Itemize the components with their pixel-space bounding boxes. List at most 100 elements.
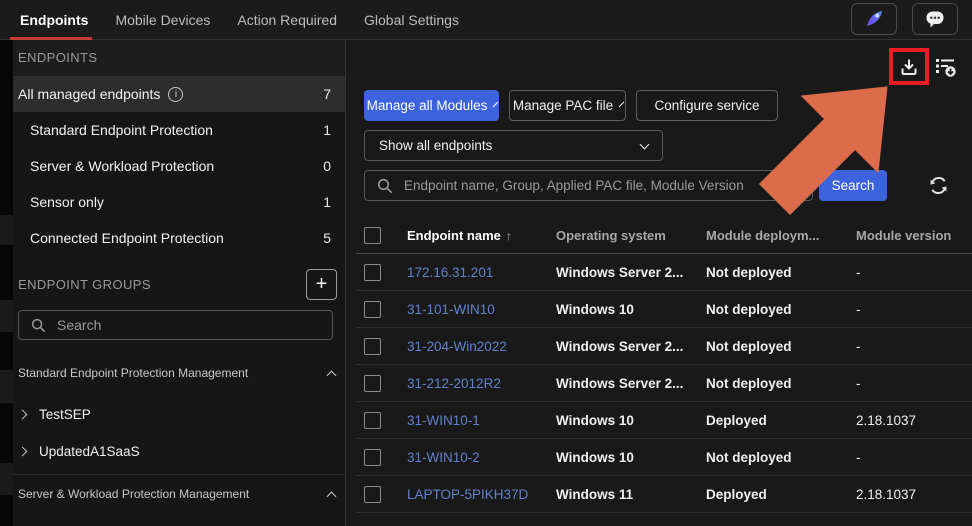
module-version-cell: - xyxy=(856,265,861,280)
row-checkbox[interactable] xyxy=(364,264,381,281)
sidebar-item-standard-endpoint-protection[interactable]: Standard Endpoint Protection1 xyxy=(13,112,345,148)
endpoint-filter-select[interactable]: Show all endpoints xyxy=(364,130,663,161)
sidebar-item-label: Connected Endpoint Protection xyxy=(30,230,224,246)
sort-ascending-icon: ↑ xyxy=(506,229,512,243)
endpoint-search-input[interactable] xyxy=(402,177,792,194)
group-search-box[interactable] xyxy=(18,310,333,340)
group-item-label: TestSEP xyxy=(39,407,91,422)
row-checkbox[interactable] xyxy=(364,375,381,392)
manage-all-modules-button[interactable]: Manage all Modules xyxy=(364,90,499,121)
endpoint-name-link[interactable]: 31-101-WIN10 xyxy=(407,302,495,317)
refresh-icon xyxy=(928,175,949,196)
sidebar-item-count: 5 xyxy=(323,230,331,246)
chat-button[interactable] xyxy=(912,3,958,35)
tab-global-settings[interactable]: Global Settings xyxy=(364,12,459,28)
rocket-button[interactable] xyxy=(851,3,897,35)
sidebar-item-count: 7 xyxy=(323,86,331,102)
column-module-version[interactable]: Module version xyxy=(856,228,972,243)
table-row: 31-WIN10-2Windows 10Not deployed- xyxy=(356,439,972,476)
chat-bubble-icon xyxy=(924,8,946,30)
group-section-label: Standard Endpoint Protection Management xyxy=(18,366,248,380)
strip-segment xyxy=(0,370,13,403)
table-row: LAPTOP-5PIKH37DWindows 11Deployed2.18.10… xyxy=(356,476,972,513)
endpoint-search-box[interactable] xyxy=(364,170,813,201)
column-endpoint-name[interactable]: Endpoint name ↑ xyxy=(407,228,556,243)
chevron-up-icon xyxy=(327,370,337,380)
row-checkbox[interactable] xyxy=(364,486,381,503)
table-header-row: Endpoint name ↑ Operating system Module d… xyxy=(356,218,972,254)
chevron-up-icon xyxy=(327,491,337,501)
chevron-down-icon xyxy=(493,101,499,107)
module-version-cell: - xyxy=(856,376,861,391)
main-panel: Manage all Modules Manage PAC file Confi… xyxy=(345,40,972,526)
row-checkbox[interactable] xyxy=(364,301,381,318)
endpoint-groups-title: ENDPOINT GROUPS xyxy=(18,277,151,292)
group-section-standard[interactable]: Standard Endpoint Protection Management xyxy=(13,366,345,380)
module-deployment-cell: Not deployed xyxy=(706,450,792,465)
row-checkbox[interactable] xyxy=(364,338,381,355)
column-operating-system[interactable]: Operating system xyxy=(556,228,706,243)
refresh-button[interactable] xyxy=(927,175,949,197)
collapsed-panel-strip xyxy=(0,40,13,526)
endpoint-name-link[interactable]: 172.16.31.201 xyxy=(407,265,493,280)
tab-endpoints[interactable]: Endpoints xyxy=(20,12,88,28)
top-nav: Endpoints Mobile Devices Action Required… xyxy=(0,0,972,40)
sidebar-item-label: Sensor only xyxy=(30,194,104,210)
add-group-button[interactable]: + xyxy=(306,269,337,300)
sidebar-item-count: 1 xyxy=(323,122,331,138)
operating-system-cell: Windows 10 xyxy=(556,302,634,317)
chevron-right-icon xyxy=(18,447,28,457)
module-deployment-cell: Not deployed xyxy=(706,376,792,391)
sidebar-item-count: 1 xyxy=(323,194,331,210)
export-history-button[interactable] xyxy=(934,55,958,79)
download-button[interactable] xyxy=(899,57,919,77)
table-row: 31-WIN10-1Windows 10Deployed2.18.1037 xyxy=(356,402,972,439)
search-button[interactable]: Search xyxy=(819,170,887,201)
row-checkbox[interactable] xyxy=(364,412,381,429)
manage-all-modules-label: Manage all Modules xyxy=(367,98,488,113)
select-all-checkbox[interactable] xyxy=(364,227,381,244)
column-module-deployment[interactable]: Module deploym... xyxy=(706,228,856,243)
table-row: 31-212-2012R2 Windows Server 2... Not depl… xyxy=(356,365,972,402)
sidebar-item-all-managed-endpoints[interactable]: All managed endpointsi7 xyxy=(13,76,345,112)
chevron-down-icon xyxy=(619,101,625,107)
operating-system-cell: Windows Server 2... xyxy=(556,265,683,280)
operating-system-cell: Windows Server 2... xyxy=(556,339,683,354)
table-row: 172.16.31.201Windows Server 2...Not depl… xyxy=(356,254,972,291)
operating-system-cell: Windows 11 xyxy=(556,487,633,502)
group-section-server-workload[interactable]: Server & Workload Protection Management xyxy=(13,487,345,501)
strip-segment xyxy=(0,215,13,245)
group-item-testsep[interactable]: TestSEP xyxy=(13,396,345,433)
endpoint-name-link[interactable]: 31-WIN10-2 xyxy=(407,450,480,465)
column-label: Endpoint name xyxy=(407,228,501,243)
module-version-cell: - xyxy=(856,302,861,317)
tab-action-required[interactable]: Action Required xyxy=(237,12,337,28)
tab-mobile-devices[interactable]: Mobile Devices xyxy=(115,12,210,28)
row-checkbox[interactable] xyxy=(364,449,381,466)
endpoint-name-link[interactable]: 31-204-Win2022 xyxy=(407,339,507,354)
plus-icon: + xyxy=(316,273,328,295)
group-search-input[interactable] xyxy=(55,316,305,334)
table-row: 31-204-Win2022Windows Server 2...Not dep… xyxy=(356,328,972,365)
sidebar-item-server-workload-protection[interactable]: Server & Workload Protection0 xyxy=(13,148,345,184)
endpoint-name-link[interactable]: LAPTOP-5PIKH37D xyxy=(407,487,528,502)
operating-system-cell: Windows Server 2... xyxy=(556,376,683,391)
configure-service-button[interactable]: Configure service xyxy=(636,90,778,121)
endpoint-name-link[interactable]: 31-WIN10-1 xyxy=(407,413,480,428)
endpoint-name-link[interactable]: 31-212-2012R2 xyxy=(407,376,501,391)
download-icon xyxy=(899,57,919,77)
strip-segment xyxy=(0,463,13,495)
module-version-cell: - xyxy=(856,450,861,465)
sidebar-item-sensor-only[interactable]: Sensor only 1 xyxy=(13,184,345,220)
sidebar-item-label: Server & Workload Protection xyxy=(30,158,214,174)
endpoint-groups-header-row: ENDPOINT GROUPS + xyxy=(13,262,345,306)
search-icon xyxy=(31,318,46,333)
sidebar-item-connected-endpoint-protection[interactable]: Connected Endpoint Protection 5 xyxy=(13,220,345,256)
info-icon[interactable]: i xyxy=(168,87,183,102)
module-version-cell: 2.18.1037 xyxy=(856,413,916,428)
module-version-cell: - xyxy=(856,339,861,354)
group-item-updateda1saas[interactable]: UpdatedA1SaaS xyxy=(13,433,345,470)
group-item-label: UpdatedA1SaaS xyxy=(39,444,140,459)
endpoint-filter-value: Show all endpoints xyxy=(379,138,492,153)
manage-pac-file-button[interactable]: Manage PAC file xyxy=(509,90,626,121)
